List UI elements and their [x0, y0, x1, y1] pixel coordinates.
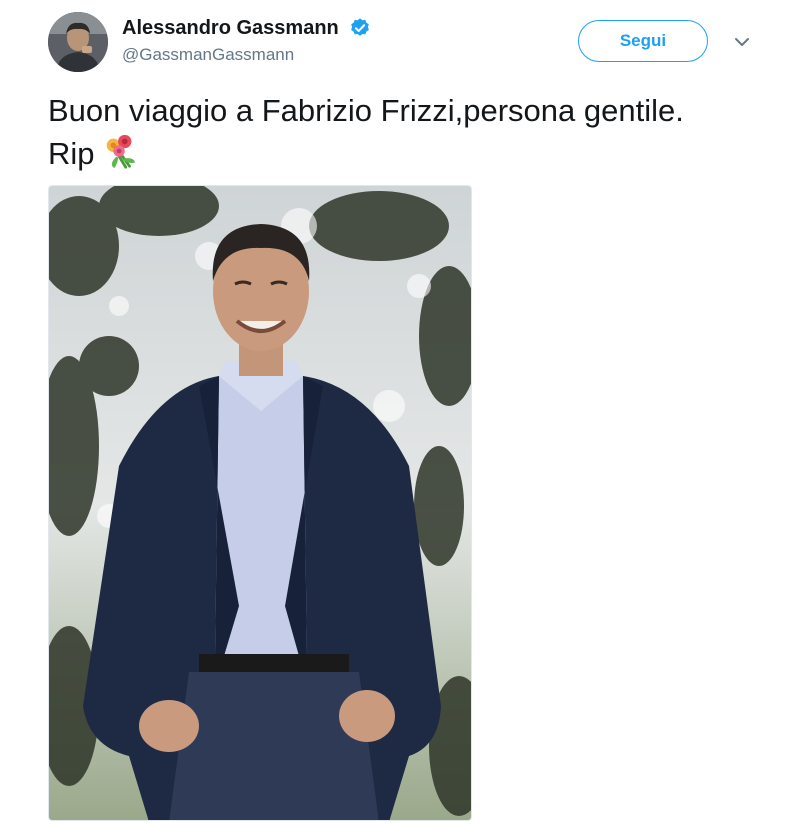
avatar[interactable]	[48, 12, 108, 72]
tweet-header: Alessandro Gassmann @GassmanGassmann Seg…	[48, 12, 768, 76]
verified-badge-icon	[351, 18, 370, 36]
chevron-down-icon[interactable]	[732, 32, 752, 52]
follow-button[interactable]: Segui	[578, 20, 708, 62]
display-name[interactable]: Alessandro Gassmann	[122, 16, 339, 40]
tweet-photo[interactable]	[48, 185, 472, 821]
author-block[interactable]: Alessandro Gassmann @GassmanGassmann	[122, 16, 371, 66]
tweet: Alessandro Gassmann @GassmanGassmann Seg…	[0, 0, 800, 825]
tweet-text: Buon viaggio a Fabrizio Frizzi,persona g…	[48, 90, 728, 175]
avatar-photo-icon	[48, 12, 108, 72]
tweet-text-content: Buon viaggio a Fabrizio Frizzi,persona g…	[48, 93, 684, 171]
bouquet-icon	[106, 134, 135, 169]
handle[interactable]: @GassmanGassmann	[122, 44, 371, 66]
photo-man-in-blazer-icon	[49, 186, 471, 820]
